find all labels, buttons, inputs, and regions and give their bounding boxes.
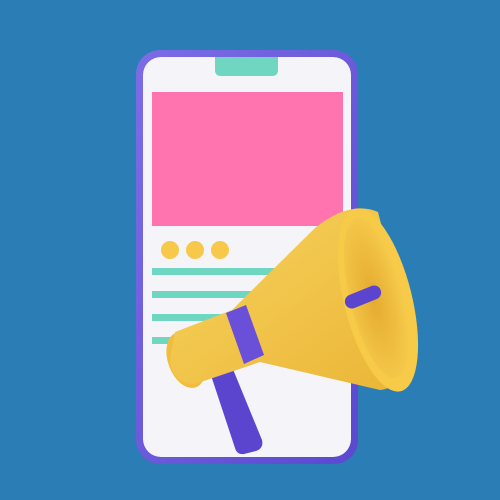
dot	[161, 241, 179, 259]
promo-illustration	[136, 50, 419, 464]
indicator-dots	[161, 241, 229, 259]
illustration-canvas	[0, 0, 500, 500]
phone-notch	[215, 57, 278, 76]
banner-image	[152, 92, 343, 226]
dot	[186, 241, 204, 259]
dot	[211, 241, 229, 259]
